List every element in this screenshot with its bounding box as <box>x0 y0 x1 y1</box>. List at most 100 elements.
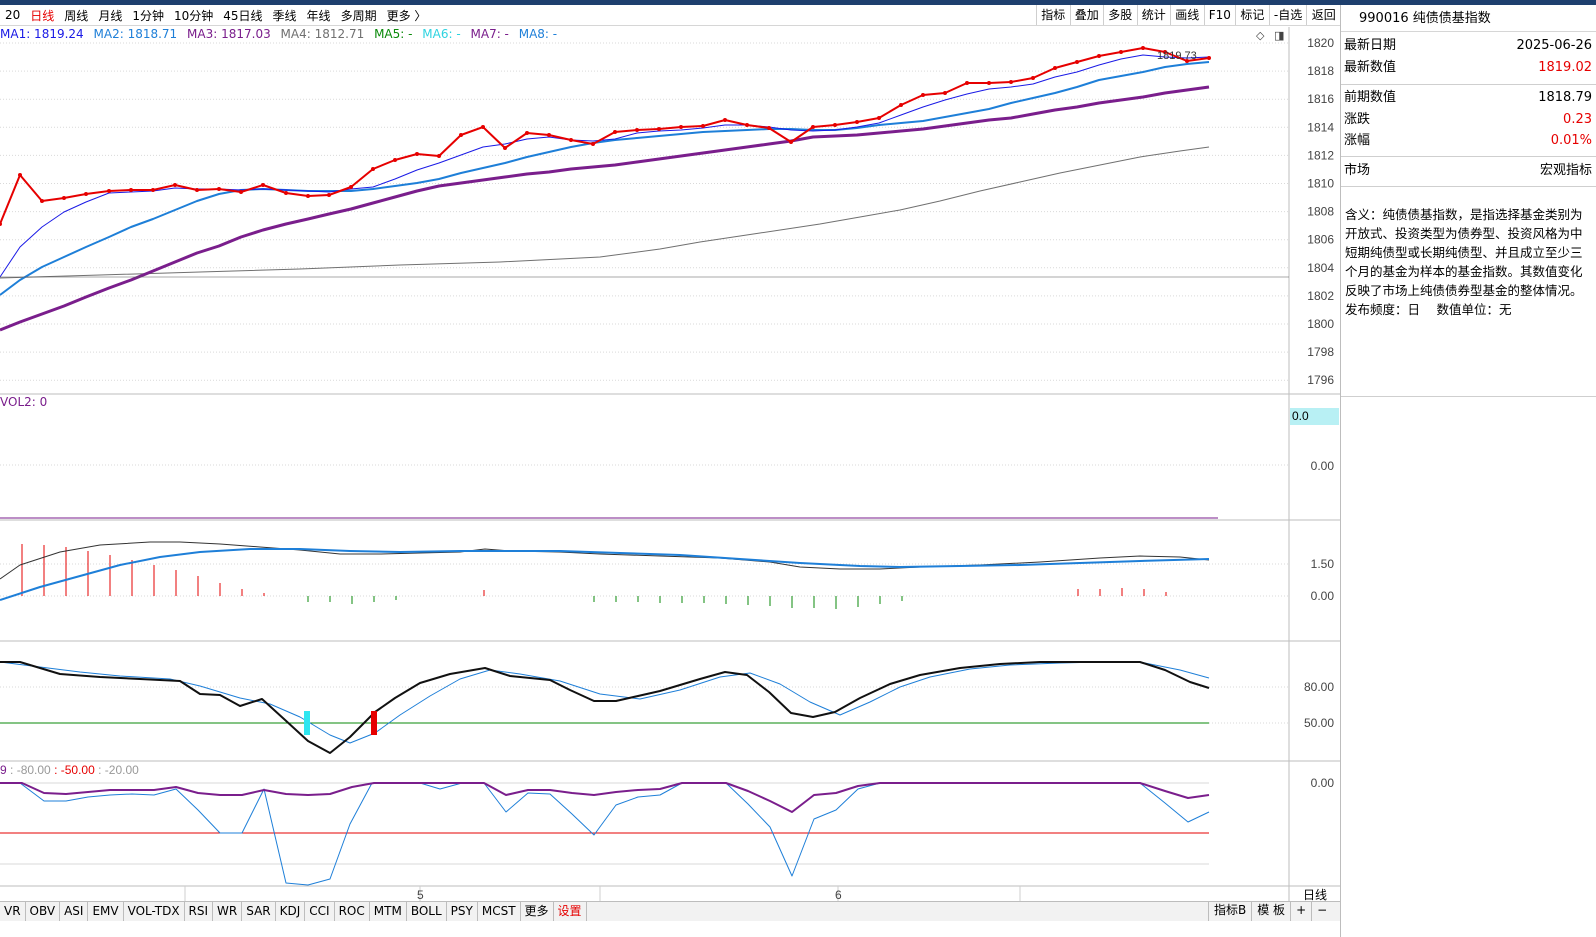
macd-dea-line <box>0 548 1210 601</box>
ma3-line <box>0 85 1210 332</box>
tab-indicator[interactable]: OBV <box>26 902 61 921</box>
price-tick-label: 1798 <box>1307 345 1334 359</box>
close-marker <box>173 183 177 187</box>
chart-area[interactable]: 1820 1818 1816 1814 1812 1810 1808 1806 1804 1802… <box>0 27 1340 922</box>
f10-button[interactable]: F10 <box>1203 5 1236 25</box>
info-row-market: 市场 宏观指标 <box>1341 160 1596 182</box>
wr-legend: 9 : -80.00 : -50.00 : -20.00 <box>0 763 139 777</box>
info-key: 涨跌 <box>1344 111 1371 127</box>
tab-settings[interactable]: 设置 <box>554 902 587 921</box>
close-marker <box>525 131 529 135</box>
tab-indicator[interactable]: RSI <box>185 902 214 921</box>
info-row-change-pct: 涨幅 0.01% <box>1341 130 1596 152</box>
kdj-tick-label: 50.00 <box>1304 716 1334 730</box>
overlay-button[interactable]: 叠加 <box>1069 5 1104 25</box>
close-marker <box>679 125 683 129</box>
close-marker <box>965 81 969 85</box>
info-row-latest-value: 最新数值 1819.02 <box>1341 57 1596 79</box>
info-row-change: 涨跌 0.23 <box>1341 109 1596 131</box>
draw-line-button[interactable]: 画线 <box>1170 5 1204 25</box>
remove-watchlist-button[interactable]: -自选 <box>1268 5 1307 25</box>
close-marker <box>833 123 837 127</box>
info-value: 0.23 <box>1563 111 1592 127</box>
close-marker <box>1097 54 1101 58</box>
period-item[interactable]: 45日线 <box>218 7 267 24</box>
close-marker <box>899 103 903 107</box>
tab-indicator[interactable]: PSY <box>447 902 478 921</box>
price-tick-label: 1810 <box>1307 177 1334 191</box>
close-marker <box>284 191 288 195</box>
multi-stock-button[interactable]: 多股 <box>1103 5 1137 25</box>
period-item[interactable]: 周线 <box>59 7 93 24</box>
period-item[interactable]: 多周期 <box>336 7 382 24</box>
info-value: 0.01% <box>1550 133 1592 148</box>
period-item[interactable]: 1分钟 <box>127 7 169 24</box>
period-item[interactable]: 年线 <box>302 7 336 24</box>
macd-tick-label: 0.00 <box>1311 589 1335 603</box>
tab-indicator[interactable]: CCI <box>305 902 335 921</box>
close-marker <box>18 173 22 177</box>
tab-indicator[interactable]: WR <box>213 902 243 921</box>
tab-indicator[interactable]: MCST <box>478 902 521 921</box>
info-key: 最新日期 <box>1344 38 1397 53</box>
period-item[interactable]: 季线 <box>268 7 302 24</box>
close-marker <box>789 140 793 144</box>
price-tick-label: 1796 <box>1307 373 1334 387</box>
close-marker <box>1141 46 1145 50</box>
info-value: 2025-06-26 <box>1516 38 1592 53</box>
close-marker <box>129 188 133 192</box>
tab-indicator[interactable]: BOLL <box>407 902 447 921</box>
tab-indicator[interactable]: VR <box>0 902 26 921</box>
wr-legend-item: : -20.00 <box>98 763 139 777</box>
remove-panel-button[interactable]: − <box>1311 901 1332 921</box>
close-marker <box>1031 76 1035 80</box>
close-marker <box>349 185 353 189</box>
period-item[interactable]: 月线 <box>93 7 127 24</box>
tab-indicator[interactable]: VOL-TDX <box>124 902 185 921</box>
close-marker <box>657 127 661 131</box>
kdj-tick-label: 80.00 <box>1304 680 1334 694</box>
close-marker <box>481 125 485 129</box>
back-button[interactable]: 返回 <box>1306 5 1340 25</box>
close-marker <box>1119 50 1123 54</box>
kdj-panel: 80.00 50.00 <box>0 661 1334 754</box>
mark-button[interactable]: 标记 <box>1235 5 1269 25</box>
indicator-tabs: VR OBV ASI EMV VOL-TDX RSI WR SAR KDJ CC… <box>0 901 1340 921</box>
close-marker <box>855 120 859 124</box>
close-marker <box>459 133 463 137</box>
period-item[interactable]: 10分钟 <box>169 7 218 24</box>
close-marker <box>437 154 441 158</box>
price-tick-label: 1818 <box>1307 64 1334 78</box>
price-marker: 1819.73 <box>1157 50 1197 62</box>
price-tick-label: 1804 <box>1307 261 1334 275</box>
macd-panel: 1.50 0.00 <box>0 541 1335 609</box>
close-marker <box>1207 56 1211 60</box>
price-tick-label: 1816 <box>1307 92 1334 106</box>
frequency-text: 发布频度：日 数值单位：无 <box>1345 302 1512 317</box>
close-marker <box>569 138 573 142</box>
add-panel-button[interactable]: + <box>1290 901 1311 921</box>
wr-tick-label: 0.00 <box>1311 776 1335 790</box>
tab-indicator[interactable]: KDJ <box>276 902 306 921</box>
tab-indicator[interactable]: MTM <box>370 902 407 921</box>
tab-indicator[interactable]: ASI <box>60 902 89 921</box>
statistics-button[interactable]: 统计 <box>1136 5 1171 25</box>
info-value: 1819.02 <box>1538 59 1592 75</box>
close-marker <box>723 118 727 122</box>
tab-indicator[interactable]: SAR <box>242 902 276 921</box>
bottom-right-controls: 指标B 模 板 + − <box>1208 901 1332 921</box>
period-item[interactable]: 20 <box>0 8 25 22</box>
period-more[interactable]: 更多 〉 <box>382 7 432 24</box>
tab-indicator[interactable]: ROC <box>335 902 370 921</box>
template-button[interactable]: 模 板 <box>1251 901 1290 921</box>
wr1-line <box>0 782 1210 886</box>
tab-indicator[interactable]: EMV <box>88 902 124 921</box>
price-tick-label: 1808 <box>1307 205 1334 219</box>
info-row-prev-value: 前期数值 1818.79 <box>1341 87 1596 109</box>
tab-more[interactable]: 更多 <box>521 902 554 921</box>
period-item-daily[interactable]: 日线 <box>25 7 59 24</box>
instrument-title: 990016 纯债债基指数 <box>1341 5 1596 32</box>
info-key: 市场 <box>1344 162 1371 178</box>
indicator-button[interactable]: 指标 <box>1036 5 1070 25</box>
indicator-b-button[interactable]: 指标B <box>1208 901 1251 921</box>
